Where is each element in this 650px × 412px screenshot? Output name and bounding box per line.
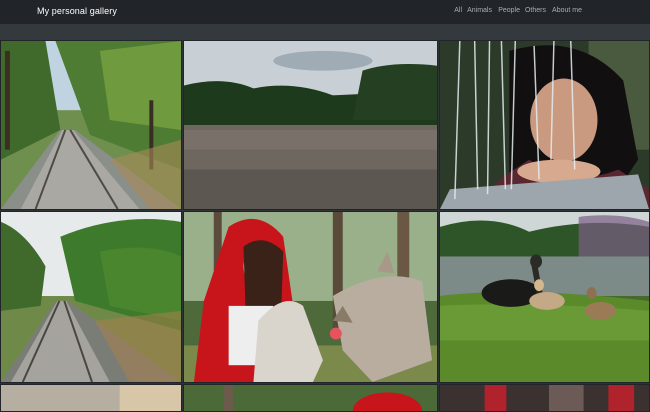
navbar-spacer: [0, 24, 650, 40]
photo-woman-water[interactable]: [439, 40, 650, 210]
brand-link[interactable]: My personal gallery: [37, 6, 117, 16]
photo-ducks[interactable]: [439, 211, 650, 383]
nav-link-others[interactable]: Others: [525, 7, 546, 14]
nav-link-about-me[interactable]: About me: [552, 7, 582, 14]
photo-row3-middle[interactable]: [183, 384, 438, 412]
photo-railway-blur[interactable]: [0, 211, 182, 383]
photo-railway-forest[interactable]: [0, 40, 182, 210]
photo-red-hood-wolfdog[interactable]: [183, 211, 438, 383]
nav-link-people[interactable]: People: [498, 7, 520, 14]
nav-link-all[interactable]: All: [454, 7, 462, 14]
photo-row3-right[interactable]: [439, 384, 650, 412]
photo-row3-left[interactable]: [0, 384, 182, 412]
nav-link-animals[interactable]: Animals: [467, 7, 492, 14]
navbar: My personal gallery All Animals People O…: [0, 0, 650, 24]
photo-river[interactable]: [183, 40, 438, 210]
